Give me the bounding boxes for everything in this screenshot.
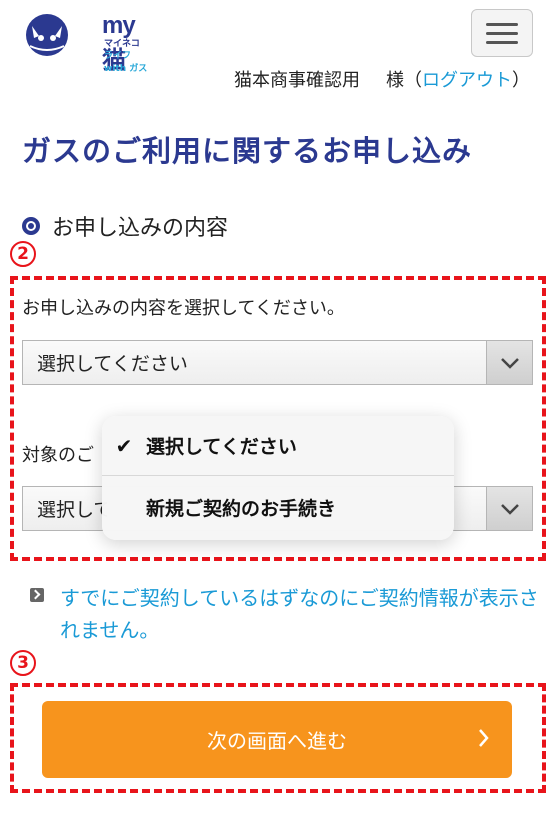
contract-type-value: 選択してください [37,353,188,375]
section-heading: お申し込みの内容 [22,210,228,242]
annotation-marker-2: 2 [10,241,36,267]
next-button[interactable]: 次の画面へ進む [42,701,512,778]
cat-logo-icon [26,14,68,56]
page-title: ガスのご利用に関するお申し込み [22,134,473,168]
chevron-down-icon [486,487,532,530]
logo-tagline: ライフ with ガス [104,51,148,74]
dropdown-menu: ✔ 選択してください 新規ご契約のお手続き [102,416,454,540]
hamburger-menu-button[interactable] [471,9,533,57]
dropdown-option-label: 新規ご契約のお手続き [146,497,337,520]
dropdown-option-label: 選択してください [146,436,297,458]
next-button-label: 次の画面へ進む [207,729,347,753]
dropdown-option-new-contract[interactable]: 新規ご契約のお手続き [102,477,454,537]
dropdown-option-select[interactable]: ✔ 選択してください [102,416,454,476]
contract-type-label: お申し込みの内容を選択してください。 [22,298,345,319]
chevron-down-icon [486,341,532,384]
honorific: 様（ [386,70,422,91]
target-value: 選択してください [37,499,107,521]
help-link[interactable]: すでにご契約しているはずなのにご契約情報が表示されません。 [30,582,550,646]
logout-link[interactable]: ログアウト [422,70,512,91]
arrow-right-square-icon [30,588,44,602]
chevron-right-icon [479,729,489,747]
logo[interactable]: my猫 マイネコ ライフ with ガス [22,8,152,74]
user-name: 猫本商事確認用 [234,70,360,91]
target-label: 対象のご [22,445,94,466]
contract-type-select[interactable]: 選択してください [22,340,533,385]
user-info: 猫本商事確認用 様（ログアウト） [234,70,530,91]
bullet-circle-icon [22,217,40,235]
help-link-text[interactable]: すでにご契約しているはずなのにご契約情報が表示されません。 [60,582,550,646]
hamburger-icon [486,22,518,26]
section-heading-text: お申し込みの内容 [52,216,229,241]
checkmark-icon: ✔ [115,433,133,458]
annotation-marker-3: 3 [10,650,36,676]
